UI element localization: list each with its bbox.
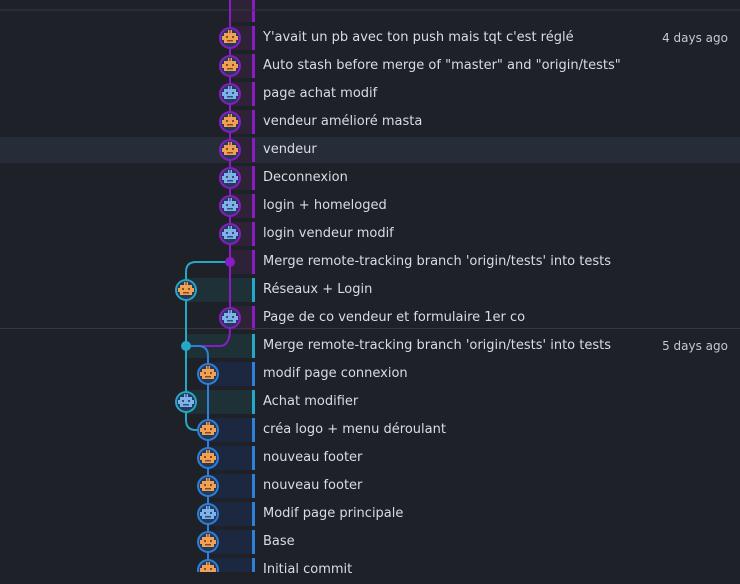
commit-message: modif page connexion: [263, 366, 408, 381]
commit-message: nouveau footer: [263, 478, 363, 493]
commit-date-group-label: 4 days ago: [662, 31, 728, 45]
commit-message: créa logo + menu déroulant: [263, 422, 446, 437]
commit-row[interactable]: Base: [0, 528, 740, 556]
commit-row[interactable]: Achat modifier: [0, 388, 740, 416]
commit-message: Réseaux + Login: [263, 282, 373, 297]
commit-date-group-label: 5 days ago: [662, 339, 728, 353]
commit-row[interactable]: vendeur amélioré masta: [0, 108, 740, 136]
commit-row[interactable]: créa logo + menu déroulant: [0, 416, 740, 444]
commit-row[interactable]: modif page connexion: [0, 360, 740, 388]
commit-message: UN LET CA MARCHE DISO: [263, 0, 413, 10]
commit-row[interactable]: vendeur: [0, 136, 740, 164]
commit-message: Base: [263, 534, 295, 549]
commit-message: Page de co vendeur et formulaire 1er co: [263, 310, 526, 325]
commit-row[interactable]: Page de co vendeur et formulaire 1er co: [0, 304, 740, 332]
commit-row[interactable]: Y'avait un pb avec ton push mais tqt c'e…: [0, 24, 740, 52]
commit-row[interactable]: Deconnexion: [0, 164, 740, 192]
commit-message: nouveau footer: [263, 450, 363, 465]
commit-message: Y'avait un pb avec ton push mais tqt c'e…: [263, 30, 574, 45]
commit-row[interactable]: nouveau footer: [0, 472, 740, 500]
commit-row[interactable]: nouveau footer: [0, 444, 740, 472]
commit-message: page achat modif: [263, 86, 378, 101]
commit-message: vendeur: [263, 142, 317, 157]
commit-message: Auto stash before merge of "master" and …: [263, 58, 621, 73]
commit-message: Merge remote-tracking branch 'origin/tes…: [263, 254, 611, 269]
commit-message: Merge remote-tracking branch 'origin/tes…: [263, 338, 611, 353]
commit-message: Achat modifier: [263, 394, 359, 409]
commit-message: Initial commit: [263, 562, 353, 577]
commit-row[interactable]: login vendeur modif: [0, 220, 740, 248]
commit-row[interactable]: Auto stash before merge of "master" and …: [0, 52, 740, 80]
commit-row[interactable]: Modif page principale: [0, 500, 740, 528]
commit-row[interactable]: Réseaux + Login: [0, 276, 740, 304]
commit-message: Deconnexion: [263, 170, 348, 185]
commit-message: vendeur amélioré masta: [263, 114, 423, 129]
commit-message: login + homeloged: [263, 198, 387, 213]
commit-row[interactable]: Merge remote-tracking branch 'origin/tes…: [0, 248, 740, 276]
commit-row[interactable]: login + homeloged: [0, 192, 740, 220]
commit-row[interactable]: Merge remote-tracking branch 'origin/tes…: [0, 332, 740, 360]
commit-message: Modif page principale: [263, 506, 404, 521]
commit-message: login vendeur modif: [263, 226, 394, 241]
commit-row[interactable]: Initial commit: [0, 556, 740, 584]
commit-row[interactable]: UN LET CA MARCHE DISO: [0, 0, 740, 24]
commit-row[interactable]: page achat modif: [0, 80, 740, 108]
